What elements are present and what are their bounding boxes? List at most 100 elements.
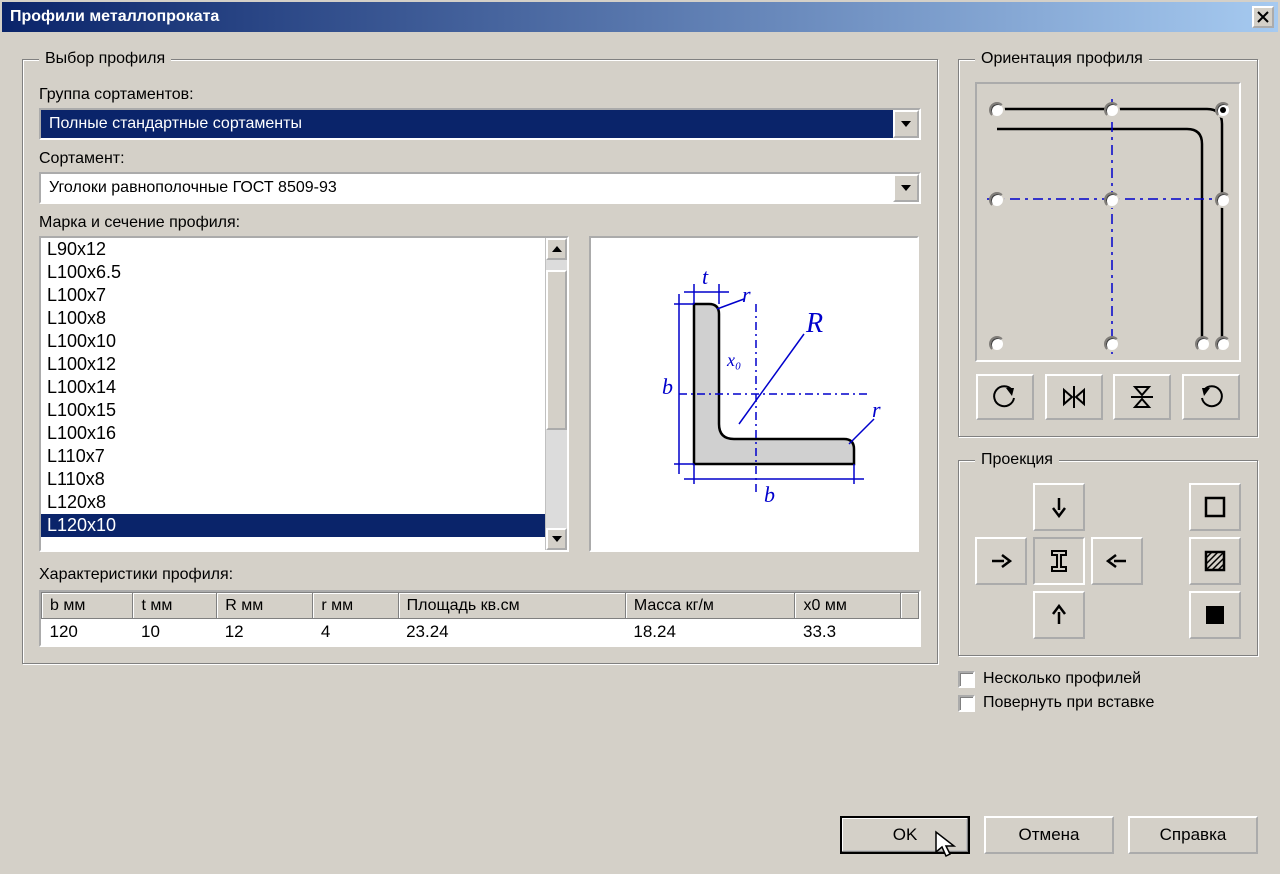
table-header[interactable]: R мм [217,593,313,619]
list-item[interactable]: L100x12 [41,353,545,376]
rotate-on-insert-row[interactable]: Повернуть при вставке [958,694,1258,712]
rotate-label: Повернуть при вставке [983,694,1154,712]
multiple-label: Несколько профилей [983,670,1141,688]
svg-text:r: r [742,282,751,307]
rotate-cw-button[interactable] [1182,374,1240,420]
proj-right-button[interactable] [1091,537,1143,585]
help-button[interactable]: Справка [1128,816,1258,854]
table-cell: 12 [217,619,313,646]
mirror-v-icon [1129,384,1155,410]
list-item[interactable]: L100x15 [41,399,545,422]
table-header[interactable]: r мм [313,593,398,619]
list-item[interactable]: L110x8 [41,468,545,491]
characteristics-label: Характеристики профиля: [39,566,921,584]
proj-hatch-button[interactable] [1189,537,1241,585]
ok-button[interactable]: OK [840,816,970,854]
mirror-horizontal-button[interactable] [1045,374,1103,420]
sortament-dropdown[interactable]: Уголоки равнополочные ГОСТ 8509-93 [39,172,921,204]
orientation-group: Ориентация профиля [958,50,1258,437]
arrow-down-icon [1048,496,1070,518]
multiple-profiles-row[interactable]: Несколько профилей [958,670,1258,688]
square-solid-icon [1203,603,1227,627]
scroll-track[interactable] [546,260,567,528]
orient-radio-tl[interactable] [989,102,1005,118]
proj-left-button[interactable] [975,537,1027,585]
table-cell: 33.3 [795,619,901,646]
scroll-down-button[interactable] [546,528,567,550]
orientation-legend: Ориентация профиля [975,50,1149,68]
orient-radio-br2[interactable] [1215,336,1231,352]
orient-radio-tc[interactable] [1104,102,1120,118]
orient-radio-bc[interactable] [1104,336,1120,352]
orient-radio-br1[interactable] [1195,336,1211,352]
projection-legend: Проекция [975,451,1059,469]
table-header[interactable]: Масса кг/м [625,593,795,619]
list-item[interactable]: L90x12 [41,238,545,261]
svg-text:R: R [805,308,823,339]
scroll-thumb[interactable] [546,270,567,430]
table-cell: 4 [313,619,398,646]
scroll-up-button[interactable] [546,238,567,260]
orient-radio-tr[interactable] [1215,102,1231,118]
table-header-spacer [901,593,919,619]
square-hatch-icon [1203,549,1227,573]
list-item[interactable]: L120x8 [41,491,545,514]
orient-radio-mc[interactable] [1104,192,1120,208]
characteristics-table: b ммt ммR ммr ммПлощадь кв.смМасса кг/мx… [39,590,921,647]
proj-top-button[interactable] [1033,483,1085,531]
group-dropdown[interactable]: Полные стандартные сортаменты [39,108,921,140]
list-item[interactable]: L110x7 [41,445,545,468]
table-header[interactable]: b мм [42,593,133,619]
profile-listbox[interactable]: L90x12L100x6.5L100x7L100x8L100x10L100x12… [39,236,569,552]
svg-text:r: r [872,397,881,422]
arrow-left-icon [1106,550,1128,572]
table-header[interactable]: t мм [133,593,217,619]
orient-radio-bl[interactable] [989,336,1005,352]
list-item[interactable]: L120x10 [41,514,545,537]
svg-text:x₀: x₀ [726,350,741,370]
table-header[interactable]: x0 мм [795,593,901,619]
proj-bottom-button[interactable] [1033,591,1085,639]
proj-outline-button[interactable] [1189,483,1241,531]
close-icon [1257,11,1269,23]
table-header[interactable]: Площадь кв.см [398,593,625,619]
rotate-cw-icon [1198,384,1224,410]
table-cell: 10 [133,619,217,646]
multiple-checkbox[interactable] [958,671,975,688]
rotate-checkbox[interactable] [958,695,975,712]
table-cell: 23.24 [398,619,625,646]
profile-selection-group: Выбор профиля Группа сортаментов: Полные… [22,50,938,664]
sortament-dropdown-value: Уголоки равнополочные ГОСТ 8509-93 [41,174,893,202]
close-button[interactable] [1252,6,1274,28]
svg-text:b: b [764,482,775,507]
proj-front-button[interactable] [1033,537,1085,585]
marka-label: Марка и сечение профиля: [39,214,921,232]
list-item[interactable]: L100x8 [41,307,545,330]
list-item[interactable]: L100x16 [41,422,545,445]
svg-text:b: b [662,374,673,399]
rotate-ccw-button[interactable] [976,374,1034,420]
profile-selection-legend: Выбор профиля [39,50,171,68]
list-item[interactable]: L100x14 [41,376,545,399]
group-dropdown-value: Полные стандартные сортаменты [41,110,893,138]
cancel-button[interactable]: Отмена [984,816,1114,854]
scrollbar[interactable] [545,238,567,550]
window-title: Профили металлопроката [10,8,219,26]
angle-profile-diagram: t r R b b x₀ r [624,254,884,534]
orient-radio-mr[interactable] [1215,192,1231,208]
chevron-down-icon [893,174,919,202]
list-item[interactable]: L100x6.5 [41,261,545,284]
orientation-canvas [975,82,1241,362]
list-item[interactable]: L100x7 [41,284,545,307]
arrow-up-icon [1048,604,1070,626]
arrow-right-icon [990,550,1012,572]
mirror-h-icon [1061,384,1087,410]
orient-radio-ml[interactable] [989,192,1005,208]
group-label: Группа сортаментов: [39,86,921,104]
list-item[interactable]: L100x10 [41,330,545,353]
mirror-vertical-button[interactable] [1113,374,1171,420]
proj-solid-button[interactable] [1189,591,1241,639]
table-cell: 120 [42,619,133,646]
svg-text:t: t [702,264,709,289]
table-cell: 18.24 [625,619,795,646]
